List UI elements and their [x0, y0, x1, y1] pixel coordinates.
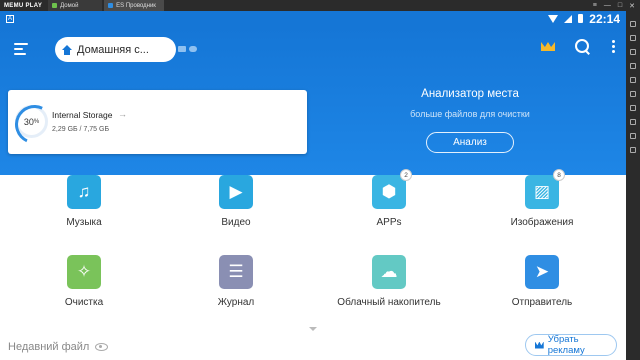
- storage-name: Internal Storage: [52, 110, 113, 120]
- storage-percent: 30: [23, 116, 34, 127]
- tile-label: Видео: [221, 217, 251, 228]
- apps-count-badge: 2: [400, 169, 412, 181]
- tile-label: Облачный накопитель: [337, 297, 441, 308]
- battery-icon: [578, 14, 584, 23]
- storage-usage-ring: 30%: [15, 105, 48, 138]
- remove-ads-button[interactable]: Убрать рекламу: [525, 334, 617, 356]
- images-count-badge: 8: [553, 169, 565, 181]
- tile-video[interactable]: ▶ Видео: [176, 175, 296, 228]
- home-tab-icon: [52, 3, 58, 8]
- clock: 22:14: [589, 11, 620, 26]
- location-icon[interactable]: [630, 77, 636, 83]
- overflow-menu-icon[interactable]: [610, 40, 616, 53]
- more-options-icon[interactable]: [630, 147, 636, 153]
- breadcrumb[interactable]: Домашняя с...: [55, 37, 176, 62]
- emulator-tab-label: Домой: [60, 2, 79, 9]
- tile-apps[interactable]: ⬢ 2 APPs: [329, 169, 449, 228]
- tile-label: Отправитель: [511, 297, 573, 308]
- stack-clock-icon: ☰: [219, 255, 253, 289]
- minimize-icon[interactable]: —: [604, 2, 611, 10]
- analyze-button[interactable]: Анализ: [426, 132, 514, 153]
- window-controls: ≡ — □ ✕: [593, 2, 640, 10]
- recent-files-header: Недавний файл: [8, 341, 109, 353]
- es-app-icon: [108, 3, 114, 8]
- maximize-icon[interactable]: □: [618, 2, 622, 10]
- tile-music[interactable]: ♫ Музыка: [24, 175, 144, 228]
- tile-sender[interactable]: ➤ Отправитель: [482, 255, 602, 308]
- tile-journal[interactable]: ☰ Журнал: [176, 255, 296, 308]
- cloud-storage-icon: ☁: [372, 255, 406, 289]
- emulator-tab-home[interactable]: Домой: [48, 0, 103, 11]
- analyzer-subtitle: больше файлов для очистки: [410, 109, 530, 119]
- android-icon: ⬢ 2: [372, 169, 412, 209]
- emulator-tab-label: ES Проводник: [116, 2, 156, 9]
- close-icon[interactable]: ✕: [629, 2, 635, 10]
- home-icon: [62, 44, 72, 55]
- tile-clean[interactable]: ✧ Очистка: [24, 255, 144, 308]
- music-icon: ♫: [67, 175, 101, 209]
- percent-sign: %: [33, 118, 40, 125]
- hamburger-menu-icon[interactable]: [14, 43, 28, 55]
- remove-ads-label: Убрать рекламу: [547, 334, 585, 356]
- emulator-tab-es-explorer[interactable]: ES Проводник: [104, 0, 164, 11]
- menu-icon[interactable]: ≡: [593, 2, 597, 10]
- fullscreen-icon[interactable]: [630, 35, 636, 41]
- tile-label: Музыка: [66, 217, 102, 228]
- notification-icon: A: [6, 14, 14, 23]
- image-icon: ▨ 8: [525, 169, 565, 209]
- paper-plane-icon: ➤: [525, 255, 559, 289]
- tile-label: Журнал: [217, 297, 255, 308]
- app-header: Домашняя с... 30% Internal Storage → 2,2…: [0, 26, 626, 175]
- emulator-title-bar: MEMU PLAY Домой ES Проводник ≡ — □ ✕: [0, 0, 640, 11]
- volume-up-icon[interactable]: [630, 49, 636, 55]
- emulator-logo: MEMU PLAY: [4, 2, 43, 9]
- emulator-sidebar: [626, 11, 640, 360]
- tile-cloud[interactable]: ☁ Облачный накопитель: [329, 255, 449, 308]
- screenshot-icon[interactable]: [630, 91, 636, 97]
- tile-label: Изображения: [510, 217, 574, 228]
- video-icon: ▶: [219, 175, 253, 209]
- cloud-icon[interactable]: [189, 46, 197, 52]
- breadcrumb-extras: [178, 46, 197, 52]
- apk-icon[interactable]: [630, 119, 636, 125]
- folder-icon[interactable]: [630, 133, 636, 139]
- storage-size: 2,29 GБ / 7,75 GБ: [52, 126, 110, 133]
- storage-card[interactable]: 30% Internal Storage → 2,29 GБ / 7,75 GБ: [8, 90, 307, 154]
- volume-down-icon[interactable]: [630, 63, 636, 69]
- crown-icon: [535, 341, 544, 349]
- wifi-icon: [548, 14, 559, 23]
- android-screen: A 22:14 Домашняя с... 30% Internal Stora…: [0, 11, 626, 360]
- breadcrumb-label: Домашняя с...: [77, 43, 149, 56]
- window-icon[interactable]: [178, 46, 186, 52]
- eye-icon[interactable]: [95, 343, 109, 351]
- analyzer-title: Анализатор места: [421, 88, 519, 100]
- tile-label: APPs: [376, 217, 402, 228]
- recent-files-label: Недавний файл: [8, 341, 90, 353]
- keyboard-icon[interactable]: [630, 21, 636, 27]
- crown-icon[interactable]: [541, 40, 555, 53]
- tile-images[interactable]: ▨ 8 Изображения: [482, 169, 602, 228]
- broom-icon: ✧: [67, 255, 101, 289]
- signal-icon: [564, 14, 573, 23]
- status-bar: A 22:14: [0, 11, 626, 26]
- tile-label: Очистка: [64, 297, 104, 308]
- shake-icon[interactable]: [630, 105, 636, 111]
- search-icon[interactable]: [575, 39, 590, 54]
- toolbar-actions: [541, 39, 616, 54]
- arrow-right-icon: →: [118, 109, 127, 119]
- chevron-down-icon[interactable]: [309, 327, 317, 331]
